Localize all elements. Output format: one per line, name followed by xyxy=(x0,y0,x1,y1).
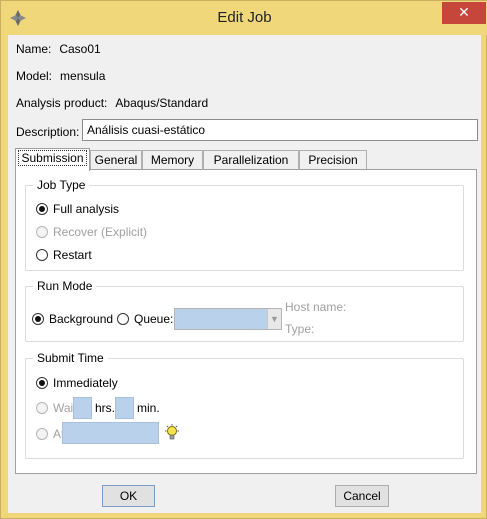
model-label: Model: xyxy=(16,69,53,83)
tab-precision-label: Precision xyxy=(308,153,358,167)
cancel-button[interactable]: Cancel xyxy=(335,485,389,507)
chevron-down-icon[interactable]: ▼ xyxy=(267,309,281,329)
full-analysis-label: Full analysis xyxy=(53,202,120,216)
tab-memory[interactable]: Memory xyxy=(142,150,203,170)
restart-option[interactable]: Restart xyxy=(36,246,92,264)
description-label: Description: xyxy=(16,125,80,139)
queue-select[interactable]: ▼ xyxy=(174,308,282,330)
tab-general[interactable]: General xyxy=(90,150,142,170)
restart-radio[interactable] xyxy=(36,249,48,261)
window-title: Edit Job xyxy=(217,9,272,26)
host-name-label: Host name: xyxy=(285,300,347,314)
recover-explicit-radio xyxy=(36,226,48,238)
hrs-label: hrs. xyxy=(95,401,116,415)
description-input[interactable] xyxy=(82,119,478,141)
ok-button[interactable]: OK xyxy=(102,485,155,507)
wait-minutes-input[interactable] xyxy=(115,397,134,419)
analysis-product-value: Abaqus/Standard xyxy=(115,96,209,110)
recover-explicit-option: Recover (Explicit) xyxy=(36,223,147,241)
type-label: Type: xyxy=(285,322,315,336)
queue-radio[interactable] xyxy=(117,313,129,325)
restart-label: Restart xyxy=(53,248,92,262)
wait-radio xyxy=(36,402,48,414)
analysis-product-label: Analysis product: xyxy=(16,96,108,110)
immediately-option[interactable]: Immediately xyxy=(36,374,118,392)
edit-job-window: Edit Job ✕ Name: Caso01 Model: mensula Ana… xyxy=(0,0,487,519)
dialog-body: Name: Caso01 Model: mensula Analysis produ… xyxy=(8,35,481,513)
name-label: Name: xyxy=(16,42,52,56)
full-analysis-option[interactable]: Full analysis xyxy=(36,200,119,218)
tab-parallelization[interactable]: Parallelization xyxy=(203,150,299,170)
queue-label: Queue: xyxy=(134,312,174,326)
run-mode-group: Run Mode Background Queue: ▼ Host name: … xyxy=(25,279,464,342)
close-icon: ✕ xyxy=(458,4,470,20)
title-bar[interactable]: Edit Job ✕ xyxy=(1,1,487,35)
job-type-title: Job Type xyxy=(33,178,90,192)
min-label: min. xyxy=(137,401,160,415)
name-row: Name: Caso01 xyxy=(16,40,109,58)
wait-hours-input[interactable] xyxy=(73,397,92,419)
full-analysis-radio[interactable] xyxy=(36,203,48,215)
tab-submission-label: Submission xyxy=(18,150,87,166)
model-row: Model: mensula xyxy=(16,67,113,85)
at-radio xyxy=(36,428,48,440)
background-label: Background xyxy=(49,312,114,326)
analysis-product-row: Analysis product: Abaqus/Standard xyxy=(16,94,216,112)
at-time-input[interactable] xyxy=(62,422,159,444)
submit-time-group: Submit Time Immediately Wait: hrs. min. … xyxy=(25,351,464,459)
tab-precision[interactable]: Precision xyxy=(299,150,367,170)
tab-general-label: General xyxy=(94,153,138,167)
name-value: Caso01 xyxy=(59,42,101,56)
tab-parallelization-label: Parallelization xyxy=(213,153,289,167)
model-value: mensula xyxy=(60,69,106,83)
run-mode-title: Run Mode xyxy=(33,279,97,293)
job-type-group: Job Type Full analysis Recover (Explicit… xyxy=(25,178,464,271)
tab-submission[interactable]: Submission xyxy=(15,148,90,171)
recover-explicit-label: Recover (Explicit) xyxy=(53,225,148,239)
immediately-radio[interactable] xyxy=(36,377,48,389)
submission-panel: Job Type Full analysis Recover (Explicit… xyxy=(15,169,477,474)
background-radio[interactable] xyxy=(32,313,44,325)
close-button[interactable]: ✕ xyxy=(442,2,486,24)
submit-time-title: Submit Time xyxy=(33,351,108,365)
queue-option[interactable]: Queue: xyxy=(117,310,173,328)
tab-memory-label: Memory xyxy=(150,153,195,167)
immediately-label: Immediately xyxy=(53,376,118,390)
lightbulb-icon[interactable] xyxy=(164,424,180,442)
background-option[interactable]: Background xyxy=(32,310,113,328)
